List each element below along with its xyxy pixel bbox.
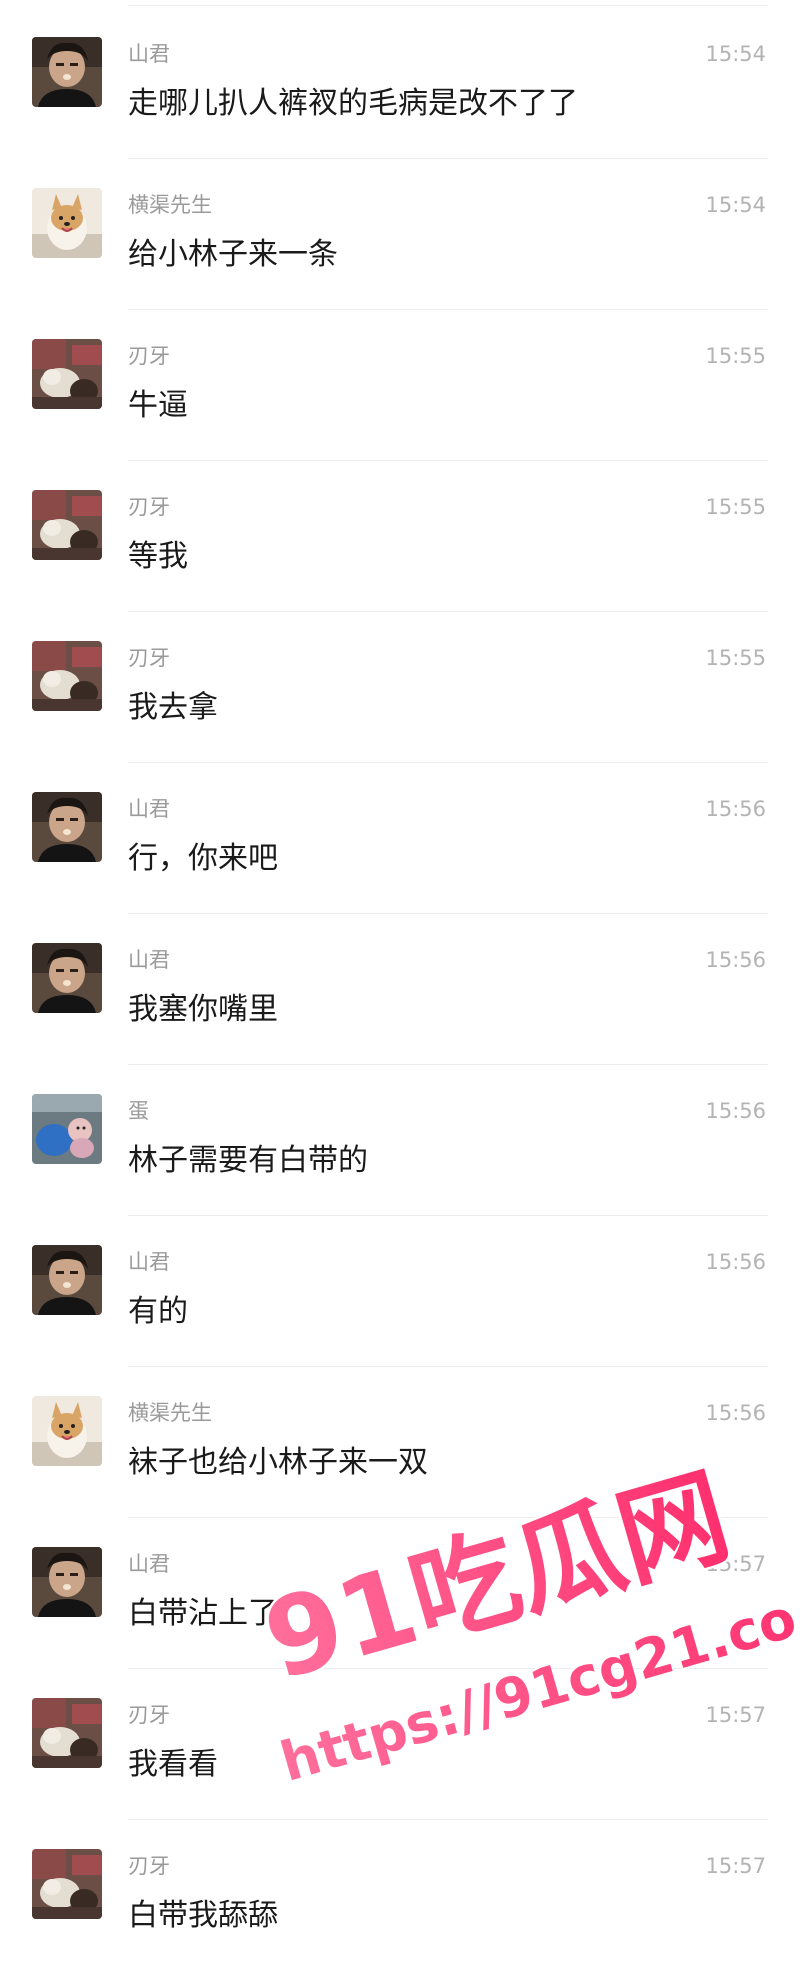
avatar[interactable] bbox=[32, 1849, 102, 1919]
avatar[interactable] bbox=[32, 1396, 102, 1466]
message-item[interactable]: 刃牙 15:55 牛逼 bbox=[0, 310, 800, 461]
message-text[interactable]: 我看看 bbox=[128, 1745, 218, 1785]
message-item[interactable]: 刃牙 15:57 我看看 bbox=[0, 1669, 800, 1820]
message-time: 15:56 bbox=[705, 1099, 766, 1123]
message-item[interactable]: 山君 15:56 我塞你嘴里 bbox=[0, 914, 800, 1065]
message-text[interactable]: 行，你来吧 bbox=[128, 839, 278, 879]
message-item[interactable]: 山君 15:56 行，你来吧 bbox=[0, 763, 800, 914]
avatar[interactable] bbox=[32, 1547, 102, 1617]
message-text[interactable]: 有的 bbox=[128, 1292, 188, 1332]
message-text[interactable]: 林子需要有白带的 bbox=[128, 1141, 368, 1181]
message-item[interactable]: 横渠先生 15:54 给小林子来一条 bbox=[0, 159, 800, 310]
sender-name[interactable]: 刃牙 bbox=[128, 495, 170, 519]
avatar[interactable] bbox=[32, 943, 102, 1013]
avatar[interactable] bbox=[32, 1245, 102, 1315]
avatar[interactable] bbox=[32, 641, 102, 711]
sender-name[interactable]: 蛋 bbox=[128, 1099, 149, 1123]
sender-name[interactable]: 横渠先生 bbox=[128, 193, 212, 217]
message-time: 15:54 bbox=[705, 42, 766, 66]
message-item[interactable]: 山君 15:57 白带沾上了 bbox=[0, 1518, 800, 1669]
avatar[interactable] bbox=[32, 1698, 102, 1768]
message-time: 15:57 bbox=[705, 1703, 766, 1727]
message-item[interactable]: 山君 15:54 走哪儿扒人裤衩的毛病是改不了了 bbox=[0, 8, 800, 159]
avatar[interactable] bbox=[32, 188, 102, 258]
sender-name[interactable]: 山君 bbox=[128, 948, 170, 972]
message-text[interactable]: 走哪儿扒人裤衩的毛病是改不了了 bbox=[128, 84, 578, 124]
message-text[interactable]: 牛逼 bbox=[128, 386, 188, 426]
message-item[interactable]: 山君 15:56 有的 bbox=[0, 1216, 800, 1367]
avatar[interactable] bbox=[32, 339, 102, 409]
sender-name[interactable]: 刃牙 bbox=[128, 1854, 170, 1878]
message-time: 15:57 bbox=[705, 1854, 766, 1878]
message-text[interactable]: 袜子也给小林子来一双 bbox=[128, 1443, 428, 1483]
message-text[interactable]: 等我 bbox=[128, 537, 188, 577]
sender-name[interactable]: 刃牙 bbox=[128, 1703, 170, 1727]
message-list[interactable]: 山君 15:54 走哪儿扒人裤衩的毛病是改不了了 横渠先生 15:54 给小林子来一条 … bbox=[0, 8, 800, 1971]
message-text[interactable]: 我塞你嘴里 bbox=[128, 990, 278, 1030]
message-time: 15:55 bbox=[705, 646, 766, 670]
sender-name[interactable]: 刃牙 bbox=[128, 344, 170, 368]
sender-name[interactable]: 山君 bbox=[128, 42, 170, 66]
message-item[interactable]: 刃牙 15:55 等我 bbox=[0, 461, 800, 612]
message-time: 15:55 bbox=[705, 495, 766, 519]
message-time: 15:55 bbox=[705, 344, 766, 368]
sender-name[interactable]: 刃牙 bbox=[128, 646, 170, 670]
message-text[interactable]: 白带沾上了 bbox=[128, 1594, 278, 1634]
message-text[interactable]: 白带我舔舔 bbox=[128, 1896, 278, 1936]
message-item[interactable]: 刃牙 15:57 白带我舔舔 bbox=[0, 1820, 800, 1971]
message-text[interactable]: 给小林子来一条 bbox=[128, 235, 338, 275]
message-time: 15:54 bbox=[705, 193, 766, 217]
message-time: 15:56 bbox=[705, 948, 766, 972]
sender-name[interactable]: 山君 bbox=[128, 797, 170, 821]
avatar[interactable] bbox=[32, 490, 102, 560]
sender-name[interactable]: 山君 bbox=[128, 1250, 170, 1274]
message-time: 15:56 bbox=[705, 797, 766, 821]
message-text[interactable]: 我去拿 bbox=[128, 688, 218, 728]
message-time: 15:56 bbox=[705, 1250, 766, 1274]
top-divider bbox=[128, 5, 768, 6]
message-time: 15:57 bbox=[705, 1552, 766, 1576]
sender-name[interactable]: 山君 bbox=[128, 1552, 170, 1576]
message-item[interactable]: 横渠先生 15:56 袜子也给小林子来一双 bbox=[0, 1367, 800, 1518]
message-item[interactable]: 刃牙 15:55 我去拿 bbox=[0, 612, 800, 763]
sender-name[interactable]: 横渠先生 bbox=[128, 1401, 212, 1425]
message-item[interactable]: 蛋 15:56 林子需要有白带的 bbox=[0, 1065, 800, 1216]
avatar[interactable] bbox=[32, 1094, 102, 1164]
avatar[interactable] bbox=[32, 37, 102, 107]
avatar[interactable] bbox=[32, 792, 102, 862]
message-time: 15:56 bbox=[705, 1401, 766, 1425]
